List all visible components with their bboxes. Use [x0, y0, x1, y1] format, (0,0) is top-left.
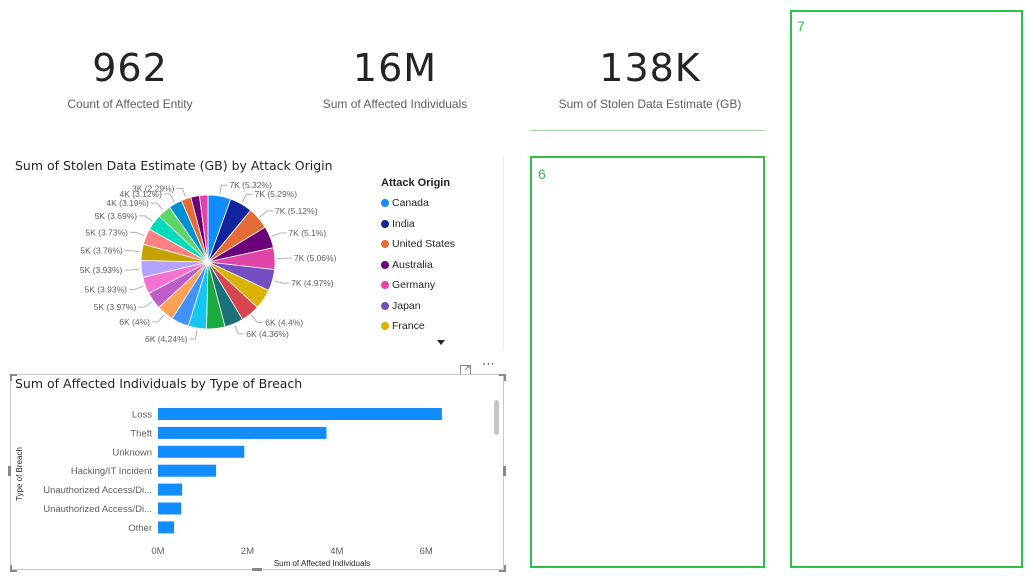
pie-data-label: 7K (5.29%) [255, 189, 298, 199]
legend-dot [381, 240, 389, 249]
x-tick-label: 6M [420, 546, 433, 557]
pie-data-label: 5K (3.97%) [94, 302, 137, 312]
pie-legend: Attack Origin Canada India United States Au… [381, 177, 496, 337]
pie-data-label: 6K (4.24%) [145, 334, 188, 344]
y-axis-title: Type of Breach [15, 447, 24, 501]
kpi-card-affected-individuals[interactable]: 16M Sum of Affected Individuals [295, 45, 495, 111]
bar[interactable] [158, 521, 175, 534]
kpi-label: Count of Affected Entity [67, 97, 193, 111]
legend-item[interactable]: France [381, 316, 496, 337]
pie-data-label: 6K (4%) [119, 317, 150, 327]
legend-item[interactable]: Japan [381, 296, 496, 317]
y-tick-label: Unauthorized Access/Di... [43, 504, 152, 515]
legend-title: Attack Origin [381, 177, 451, 189]
pie-leader-line [124, 268, 140, 271]
more-options-icon[interactable]: ⋯ [482, 357, 496, 372]
pie-data-label: 7K (4.97%) [291, 278, 334, 288]
bar[interactable] [158, 464, 217, 477]
visual-border [503, 155, 504, 350]
legend-label: France [392, 320, 425, 333]
pie-leader-line [234, 325, 245, 335]
caret-down-icon[interactable] [437, 340, 445, 345]
bar[interactable] [158, 408, 442, 420]
kpi-value: 16M [352, 46, 438, 90]
x-axis-title: Sum of Affected Individuals [274, 559, 370, 568]
pie-leader-line [251, 315, 264, 323]
pie-data-label: 4K (3.19%) [106, 198, 149, 208]
pie-data-label: 5K (3.93%) [84, 284, 127, 294]
pie-leader-line [219, 184, 228, 195]
vertical-scrollbar[interactable] [494, 400, 499, 435]
pie-leader-line [259, 210, 273, 218]
x-tick-label: 2M [241, 546, 254, 557]
pie-data-label: 3K (2.29%) [132, 183, 175, 193]
pie-data-label: 7K (5.1%) [288, 228, 326, 238]
legend-dot [381, 260, 389, 269]
y-tick-label: Other [128, 523, 152, 534]
placeholder-box-7[interactable] [790, 10, 1023, 568]
bar[interactable] [158, 502, 182, 515]
pie-leader-line [138, 301, 152, 308]
pie-data-label: 5K (3.73%) [85, 227, 128, 237]
legend-item[interactable]: India [381, 214, 496, 235]
y-tick-label: Unknown [112, 447, 152, 458]
y-tick-label: Unauthorized Access/Di... [43, 485, 152, 496]
legend-dot [381, 199, 389, 208]
pie-leader-line [150, 202, 164, 211]
legend-label: Canada [392, 197, 429, 210]
pie-data-label: 7K (5.12%) [275, 206, 318, 216]
divider [530, 130, 764, 131]
pie-data-label: 5K (3.93%) [80, 265, 123, 275]
pie-leader-line [176, 187, 186, 197]
kpi-card-affected-entity[interactable]: 962 Count of Affected Entity [40, 45, 220, 111]
legend-label: United States [392, 238, 456, 251]
pie-leader-line [124, 250, 140, 253]
legend-dot [381, 301, 389, 310]
pie-leader-line [129, 231, 145, 237]
kpi-card-stolen-data[interactable]: 138K Sum of Stolen Data Estimate (GB) [540, 45, 760, 111]
focus-mode-icon[interactable] [460, 360, 471, 375]
x-tick-label: 4M [330, 546, 343, 557]
kpi-value: 962 [92, 46, 168, 90]
pie-leader-line [189, 330, 198, 340]
pie-data-label: 7K (5.06%) [294, 253, 337, 263]
legend-item[interactable]: Canada [381, 193, 496, 214]
legend-dot [381, 281, 389, 290]
x-tick-label: 0M [151, 546, 164, 557]
y-tick-label: Loss [132, 410, 152, 421]
bar-chart: Loss Theft Unknown Hacking/IT Incident Unaut… [15, 408, 442, 568]
legend-dot [381, 219, 389, 228]
y-tick-label: Theft [130, 428, 152, 439]
legend-item[interactable]: Germany [381, 275, 496, 296]
legend-item[interactable]: United States [381, 234, 496, 255]
kpi-label: Sum of Stolen Data Estimate (GB) [558, 97, 742, 111]
legend-item[interactable]: Australia [381, 255, 496, 276]
legend-label: Japan [392, 299, 421, 312]
legend-dot [381, 322, 389, 331]
placeholder-box-6[interactable] [530, 156, 765, 568]
bar[interactable] [158, 483, 183, 496]
pie-leader-line [139, 215, 153, 222]
pie-leader-line [274, 280, 290, 284]
pie-leader-line [164, 193, 175, 202]
pie-chart: 7K (5.32%)7K (5.29%)7K (5.12%)7K (5.1%)7… [80, 180, 337, 344]
pie-leader-line [152, 314, 165, 323]
legend-label: India [392, 217, 415, 230]
pie-leader-line [129, 285, 144, 290]
pie-data-label: 5K (3.69%) [95, 211, 138, 221]
legend-label: Germany [392, 279, 436, 292]
bar[interactable] [158, 426, 327, 439]
kpi-value: 138K [599, 46, 701, 90]
pie-leader-line [241, 193, 253, 203]
placeholder-number: 6 [538, 166, 546, 182]
pie-data-label: 6K (4.4%) [265, 317, 303, 327]
pie-leader-line [271, 232, 287, 237]
placeholder-number: 7 [797, 18, 805, 34]
bar[interactable] [158, 445, 245, 458]
pie-data-label: 5K (3.76%) [80, 246, 123, 256]
legend-label: Australia [392, 258, 433, 271]
kpi-label: Sum of Affected Individuals [322, 97, 468, 111]
pie-data-label: 6K (4.36%) [246, 329, 289, 339]
y-tick-label: Hacking/IT Incident [71, 466, 153, 477]
